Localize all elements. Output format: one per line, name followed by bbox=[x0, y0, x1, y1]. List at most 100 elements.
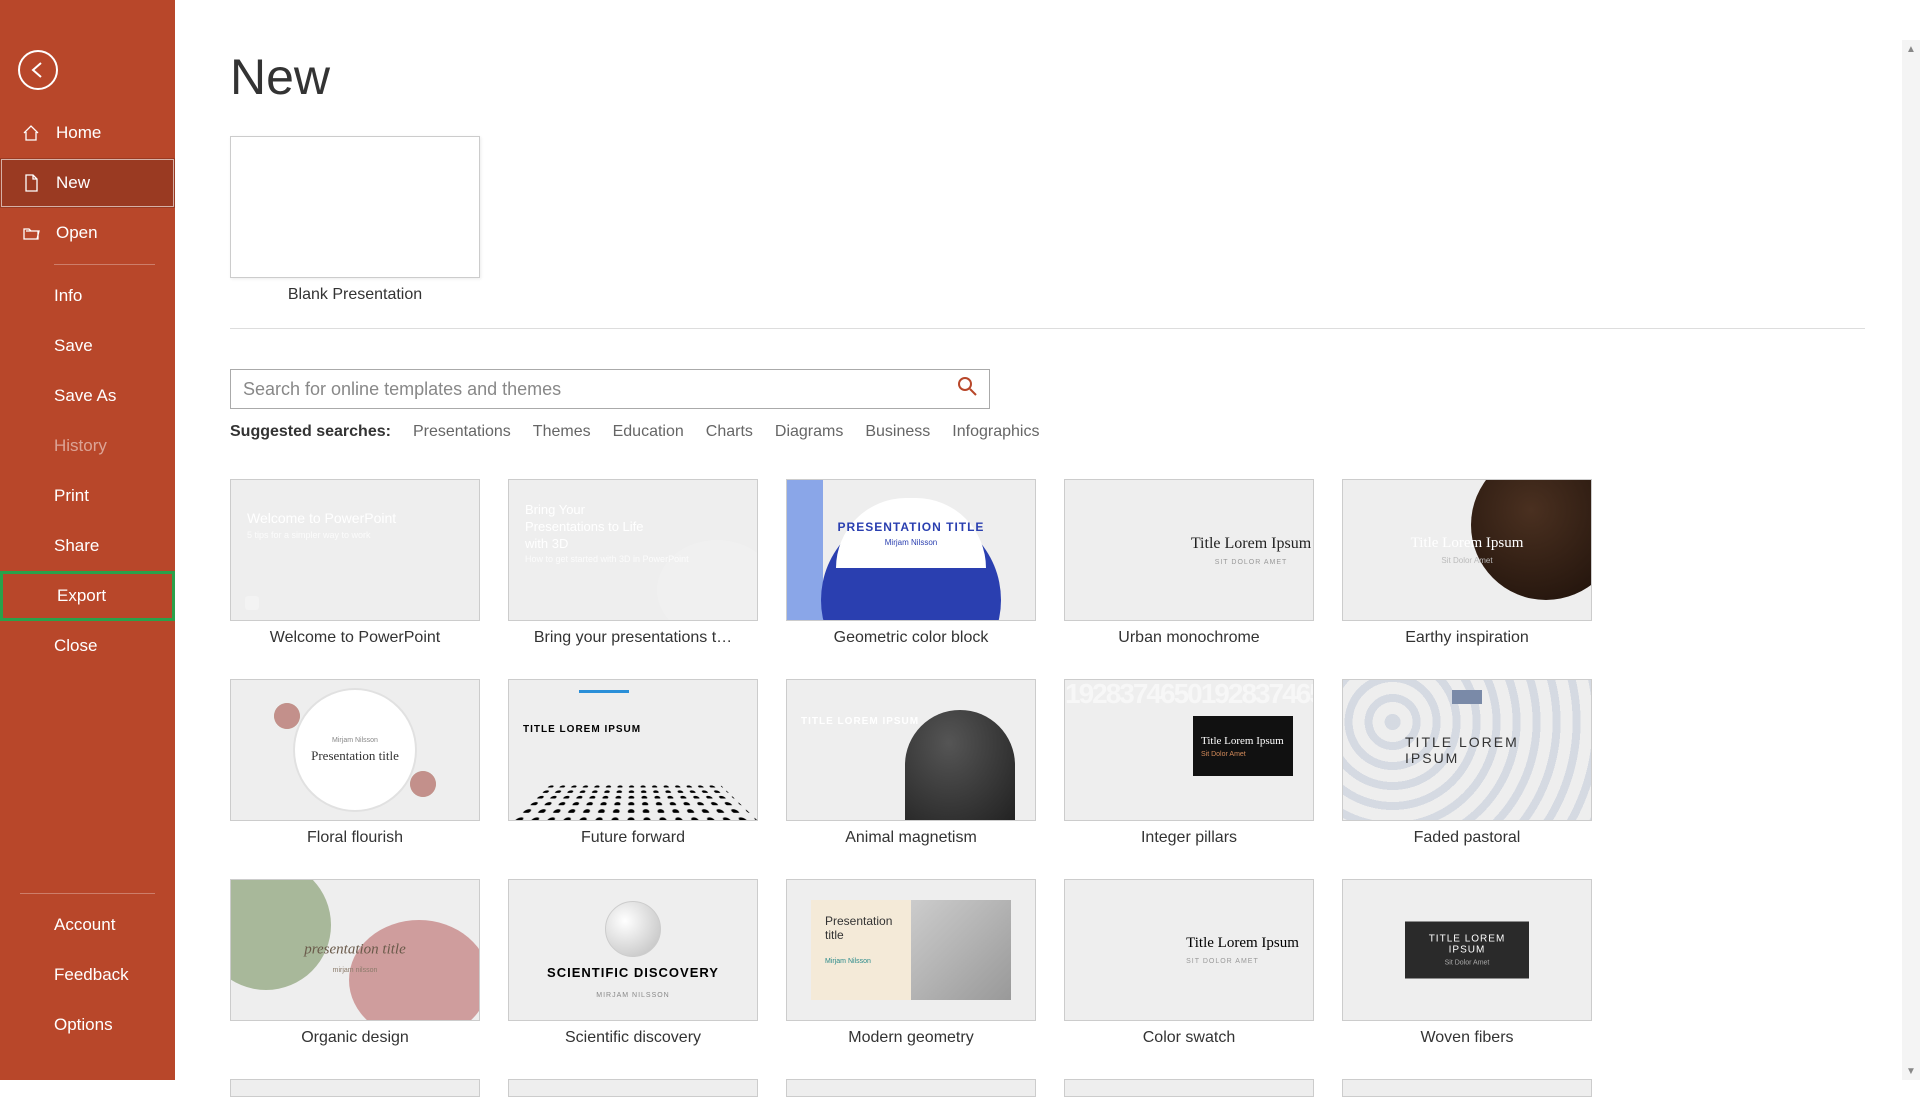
template-label: Woven fibers bbox=[1342, 1029, 1592, 1047]
template-modern-geometry[interactable]: Presentation title Mirjam Nilsson Modern… bbox=[786, 879, 1036, 1047]
template-label: Urban monochrome bbox=[1064, 629, 1314, 647]
template-thumbnail: Title Lorem Ipsum Sit Dolor Amet bbox=[1342, 479, 1592, 621]
template-label: Geometric color block bbox=[786, 629, 1036, 647]
sidebar-item-label: Export bbox=[57, 586, 106, 606]
template-thumbnail: TITLE LOREM IPSUM bbox=[508, 679, 758, 821]
template-thumbnail: Mirjam Nilsson Presentation title bbox=[230, 679, 480, 821]
sidebar-divider bbox=[20, 893, 155, 894]
main-content: ▲ ▼ New Blank Presentation Suggested sea… bbox=[175, 0, 1920, 1080]
sidebar-divider bbox=[54, 264, 155, 265]
template-label: Floral flourish bbox=[230, 829, 480, 847]
template-thumbnail: TITLE LOREM IPSUM Sit Dolor Amet bbox=[1342, 879, 1592, 1021]
search-icon[interactable] bbox=[957, 376, 977, 402]
suggested-chip-infographics[interactable]: Infographics bbox=[952, 423, 1039, 441]
template-partial-4[interactable] bbox=[1064, 1079, 1314, 1097]
template-label: Earthy inspiration bbox=[1342, 629, 1592, 647]
sidebar-item-new[interactable]: New bbox=[0, 158, 175, 208]
template-blank-presentation[interactable] bbox=[230, 136, 480, 278]
sidebar-item-info[interactable]: Info bbox=[0, 271, 175, 321]
sidebar-item-label: Account bbox=[54, 915, 115, 935]
template-partial-3[interactable] bbox=[786, 1079, 1036, 1097]
sidebar-item-options[interactable]: Options bbox=[0, 1000, 175, 1050]
suggested-chip-presentations[interactable]: Presentations bbox=[413, 423, 511, 441]
template-thumbnail bbox=[786, 1079, 1036, 1097]
template-thumbnail: TITLE LOREM IPSUM bbox=[786, 679, 1036, 821]
template-thumbnail bbox=[508, 1079, 758, 1097]
sidebar-item-label: Feedback bbox=[54, 965, 129, 985]
page-title: New bbox=[230, 48, 1865, 106]
template-label: Color swatch bbox=[1064, 1029, 1314, 1047]
template-bring-3d[interactable]: Bring Your Presentations to Life with 3D… bbox=[508, 479, 758, 647]
template-thumbnail: 1928374650192837465019283746501928374650… bbox=[1064, 679, 1314, 821]
suggested-chip-themes[interactable]: Themes bbox=[533, 423, 591, 441]
template-thumbnail: Title Lorem Ipsum SIT DOLOR AMET bbox=[1064, 879, 1314, 1021]
template-label: Blank Presentation bbox=[230, 286, 480, 304]
sidebar-item-open[interactable]: Open bbox=[0, 208, 175, 258]
template-earthy-inspiration[interactable]: Title Lorem Ipsum Sit Dolor Amet Earthy … bbox=[1342, 479, 1592, 647]
template-integer-pillars[interactable]: 1928374650192837465019283746501928374650… bbox=[1064, 679, 1314, 847]
home-icon bbox=[22, 124, 44, 142]
search-input[interactable] bbox=[243, 379, 957, 400]
suggested-searches: Suggested searches: Presentations Themes… bbox=[230, 423, 1865, 441]
template-scientific-discovery[interactable]: SCIENTIFIC DISCOVERY MIRJAM NILSSON Scie… bbox=[508, 879, 758, 1047]
template-label: Faded pastoral bbox=[1342, 829, 1592, 847]
sidebar-item-label: Options bbox=[54, 1015, 113, 1035]
template-thumbnail: TITLE LOREM IPSUM bbox=[1342, 679, 1592, 821]
sidebar-item-account[interactable]: Account bbox=[0, 900, 175, 950]
template-partial-5[interactable] bbox=[1342, 1079, 1592, 1097]
template-thumbnail: presentation title mirjam nilsson bbox=[230, 879, 480, 1021]
sidebar-item-export[interactable]: Export bbox=[0, 571, 175, 621]
suggested-chip-education[interactable]: Education bbox=[613, 423, 684, 441]
template-thumbnail: PRESENTATION TITLE Mirjam Nilsson bbox=[786, 479, 1036, 621]
template-label: Bring your presentations t… bbox=[508, 629, 758, 647]
suggested-chip-diagrams[interactable]: Diagrams bbox=[775, 423, 843, 441]
template-label: Scientific discovery bbox=[508, 1029, 758, 1047]
back-button[interactable] bbox=[18, 50, 58, 90]
template-label: Future forward bbox=[508, 829, 758, 847]
sidebar-item-feedback[interactable]: Feedback bbox=[0, 950, 175, 1000]
template-partial-1[interactable] bbox=[230, 1079, 480, 1097]
sidebar-item-share[interactable]: Share bbox=[0, 521, 175, 571]
template-future-forward[interactable]: TITLE LOREM IPSUM Future forward bbox=[508, 679, 758, 847]
open-icon bbox=[22, 224, 44, 242]
template-label: Animal magnetism bbox=[786, 829, 1036, 847]
sidebar-item-label: Info bbox=[54, 286, 82, 306]
sidebar-item-home[interactable]: Home bbox=[0, 108, 175, 158]
template-woven-fibers[interactable]: TITLE LOREM IPSUM Sit Dolor Amet Woven f… bbox=[1342, 879, 1592, 1047]
template-search-box[interactable] bbox=[230, 369, 990, 409]
scroll-down-button[interactable]: ▼ bbox=[1902, 1062, 1920, 1080]
template-color-swatch[interactable]: Title Lorem Ipsum SIT DOLOR AMET Color s… bbox=[1064, 879, 1314, 1047]
suggested-chip-charts[interactable]: Charts bbox=[706, 423, 753, 441]
template-urban-monochrome[interactable]: Title Lorem Ipsum SIT DOLOR AMET Urban m… bbox=[1064, 479, 1314, 647]
scrollbar[interactable]: ▲ ▼ bbox=[1902, 40, 1920, 1080]
sidebar-item-label: Save bbox=[54, 336, 93, 356]
sidebar-item-label: Home bbox=[56, 123, 101, 143]
sidebar-item-label: Open bbox=[56, 223, 98, 243]
sidebar-item-close[interactable]: Close bbox=[0, 621, 175, 671]
backstage-sidebar: Home New Open Info Save Save As History … bbox=[0, 0, 175, 1080]
template-thumbnail: Title Lorem Ipsum SIT DOLOR AMET bbox=[1064, 479, 1314, 621]
template-thumbnail bbox=[1064, 1079, 1314, 1097]
template-thumbnail: Bring Your Presentations to Life with 3D… bbox=[508, 479, 758, 621]
template-partial-2[interactable] bbox=[508, 1079, 758, 1097]
suggested-chip-business[interactable]: Business bbox=[865, 423, 930, 441]
template-thumbnail: SCIENTIFIC DISCOVERY MIRJAM NILSSON bbox=[508, 879, 758, 1021]
template-thumbnail: Presentation title Mirjam Nilsson bbox=[786, 879, 1036, 1021]
new-icon bbox=[22, 174, 44, 192]
template-label: Integer pillars bbox=[1064, 829, 1314, 847]
template-animal-magnetism[interactable]: TITLE LOREM IPSUM Animal magnetism bbox=[786, 679, 1036, 847]
template-thumbnail bbox=[1342, 1079, 1592, 1097]
template-geometric-color-block[interactable]: PRESENTATION TITLE Mirjam Nilsson Geomet… bbox=[786, 479, 1036, 647]
section-divider bbox=[230, 328, 1865, 329]
template-floral-flourish[interactable]: Mirjam Nilsson Presentation title Floral… bbox=[230, 679, 480, 847]
template-label: Organic design bbox=[230, 1029, 480, 1047]
sidebar-item-label: Print bbox=[54, 486, 89, 506]
template-organic-design[interactable]: presentation title mirjam nilsson Organi… bbox=[230, 879, 480, 1047]
sidebar-item-save[interactable]: Save bbox=[0, 321, 175, 371]
template-faded-pastoral[interactable]: TITLE LOREM IPSUM Faded pastoral bbox=[1342, 679, 1592, 847]
scroll-up-button[interactable]: ▲ bbox=[1902, 40, 1920, 58]
template-welcome-to-powerpoint[interactable]: Welcome to PowerPoint 5 tips for a simpl… bbox=[230, 479, 480, 647]
sidebar-item-print[interactable]: Print bbox=[0, 471, 175, 521]
sidebar-item-save-as[interactable]: Save As bbox=[0, 371, 175, 421]
template-thumbnail bbox=[230, 1079, 480, 1097]
